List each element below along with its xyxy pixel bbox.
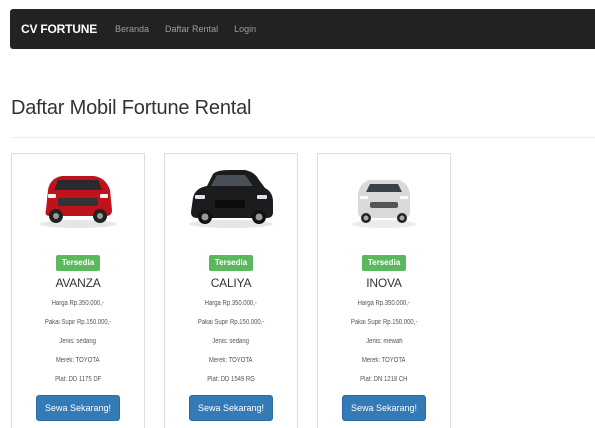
status-badge: Tersedia xyxy=(361,255,407,271)
rent-now-button[interactable]: Sewa Sekarang! xyxy=(188,395,274,421)
car-photo-avanza xyxy=(40,176,116,228)
rent-now-button[interactable]: Sewa Sekarang! xyxy=(341,395,427,421)
car-brand: Merek: TOYOTA xyxy=(56,357,100,364)
car-name: AVANZA xyxy=(55,276,101,290)
car-driver-price: Pakai Supir Rp.150.000,- xyxy=(350,319,418,326)
status-badge: Tersedia xyxy=(55,255,101,271)
car-plate: Plat: DN 1218 CH xyxy=(360,376,408,383)
brand-logo[interactable]: CV FORTUNE xyxy=(21,22,97,36)
car-photo-caliya xyxy=(189,170,273,228)
car-price: Harga Rp.350.000,- xyxy=(204,300,258,307)
car-type: Jenis: sedang xyxy=(212,338,250,345)
car-type: Jenis: mewah xyxy=(365,338,403,345)
nav-link-login[interactable]: Login xyxy=(234,24,256,34)
car-photo-inova xyxy=(352,180,416,228)
car-price: Harga Rp.350.000,- xyxy=(51,300,105,307)
car-plate: Plat: DD 1175 DF xyxy=(54,376,102,383)
car-card-caliya: Tersedia CALIYA Harga Rp.350.000,- Pakai… xyxy=(164,153,298,428)
rent-now-button[interactable]: Sewa Sekarang! xyxy=(35,395,121,421)
car-brand: Merek: TOYOTA xyxy=(362,357,406,364)
car-name: INOVA xyxy=(366,276,402,290)
car-driver-price: Pakai Supir Rp.150.000,- xyxy=(44,319,112,326)
car-plate: Plat: DD 1549 RG xyxy=(207,376,255,383)
car-card-inova: Tersedia INOVA Harga Rp.350.000,- Pakai … xyxy=(317,153,451,428)
title-divider xyxy=(11,137,595,138)
car-name: CALIYA xyxy=(210,276,252,290)
car-brand: Merek: TOYOTA xyxy=(209,357,253,364)
nav-link-daftar-rental[interactable]: Daftar Rental xyxy=(165,24,218,34)
car-driver-price: Pakai Supir Rp.150.000,- xyxy=(197,319,265,326)
nav-link-beranda[interactable]: Beranda xyxy=(115,24,149,34)
car-type: Jenis: sedang xyxy=(59,338,97,345)
status-badge: Tersedia xyxy=(208,255,254,271)
car-card-avanza: Tersedia AVANZA Harga Rp.350.000,- Pakai… xyxy=(11,153,145,428)
page-title: Daftar Mobil Fortune Rental xyxy=(11,97,252,119)
car-price: Harga Rp.350.000,- xyxy=(357,300,411,307)
top-navbar: CV FORTUNE Beranda Daftar Rental Login xyxy=(10,9,595,49)
